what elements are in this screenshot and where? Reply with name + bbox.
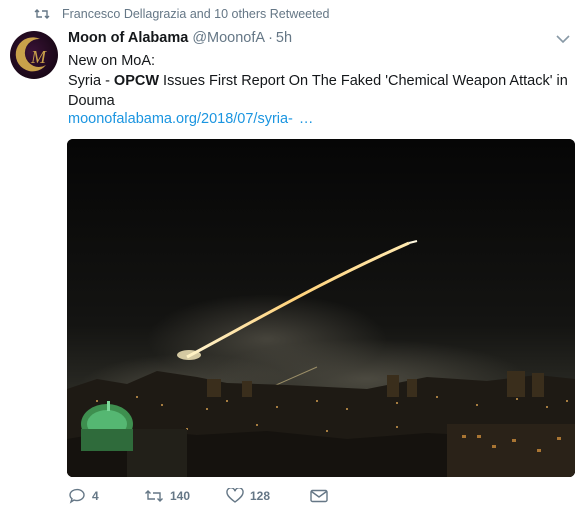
reply-button[interactable]: 4 (68, 488, 144, 504)
avatar[interactable]: M (10, 31, 58, 79)
retweet-context-text: Francesco Dellagrazia and 10 others Retw… (62, 7, 330, 21)
tweet-photo[interactable] (67, 139, 575, 477)
tweet-text: New on MoA: Syria - OPCW Issues First Re… (68, 51, 573, 111)
like-count: 128 (250, 489, 271, 503)
hashtag-opcw[interactable]: OPCW (114, 73, 159, 89)
header-separator: · (268, 30, 273, 46)
retweet-count: 140 (170, 489, 191, 503)
like-button[interactable]: 128 (226, 488, 310, 504)
reply-icon (69, 488, 85, 504)
night-city-missile-photo (67, 139, 575, 477)
tweet-link-url[interactable]: moonofalabama.org/2018/07/syria- (68, 111, 293, 127)
retweet-context[interactable]: Francesco Dellagrazia and 10 others Retw… (34, 7, 330, 21)
moon-logo-icon: M (15, 37, 47, 72)
heart-icon (226, 488, 244, 503)
tweet-text-line1: New on MoA: (68, 53, 156, 69)
user-handle[interactable]: @MoonofA (192, 30, 265, 46)
envelope-icon (310, 489, 328, 503)
tweet-text-prefix: Syria - (68, 73, 114, 89)
timestamp[interactable]: 5h (276, 30, 292, 46)
tweet-header: Moon of Alabama @MoonofA · 5h (68, 30, 292, 46)
display-name[interactable]: Moon of Alabama (68, 30, 188, 46)
tweet-actions: 4 140 128 (68, 488, 328, 504)
tweet-link-ellipsis: … (298, 111, 314, 127)
retweet-icon (145, 490, 163, 502)
svg-text:M: M (30, 47, 47, 67)
retweet-icon (34, 9, 50, 19)
retweet-button[interactable]: 140 (144, 489, 226, 503)
reply-count: 4 (92, 489, 99, 503)
chevron-down-icon[interactable] (556, 34, 570, 44)
direct-message-button[interactable] (310, 489, 328, 503)
tweet-text-line2: Syria - OPCW Issues First Report On The … (68, 71, 573, 111)
tweet-link[interactable]: moonofalabama.org/2018/07/syria- … (68, 111, 313, 127)
